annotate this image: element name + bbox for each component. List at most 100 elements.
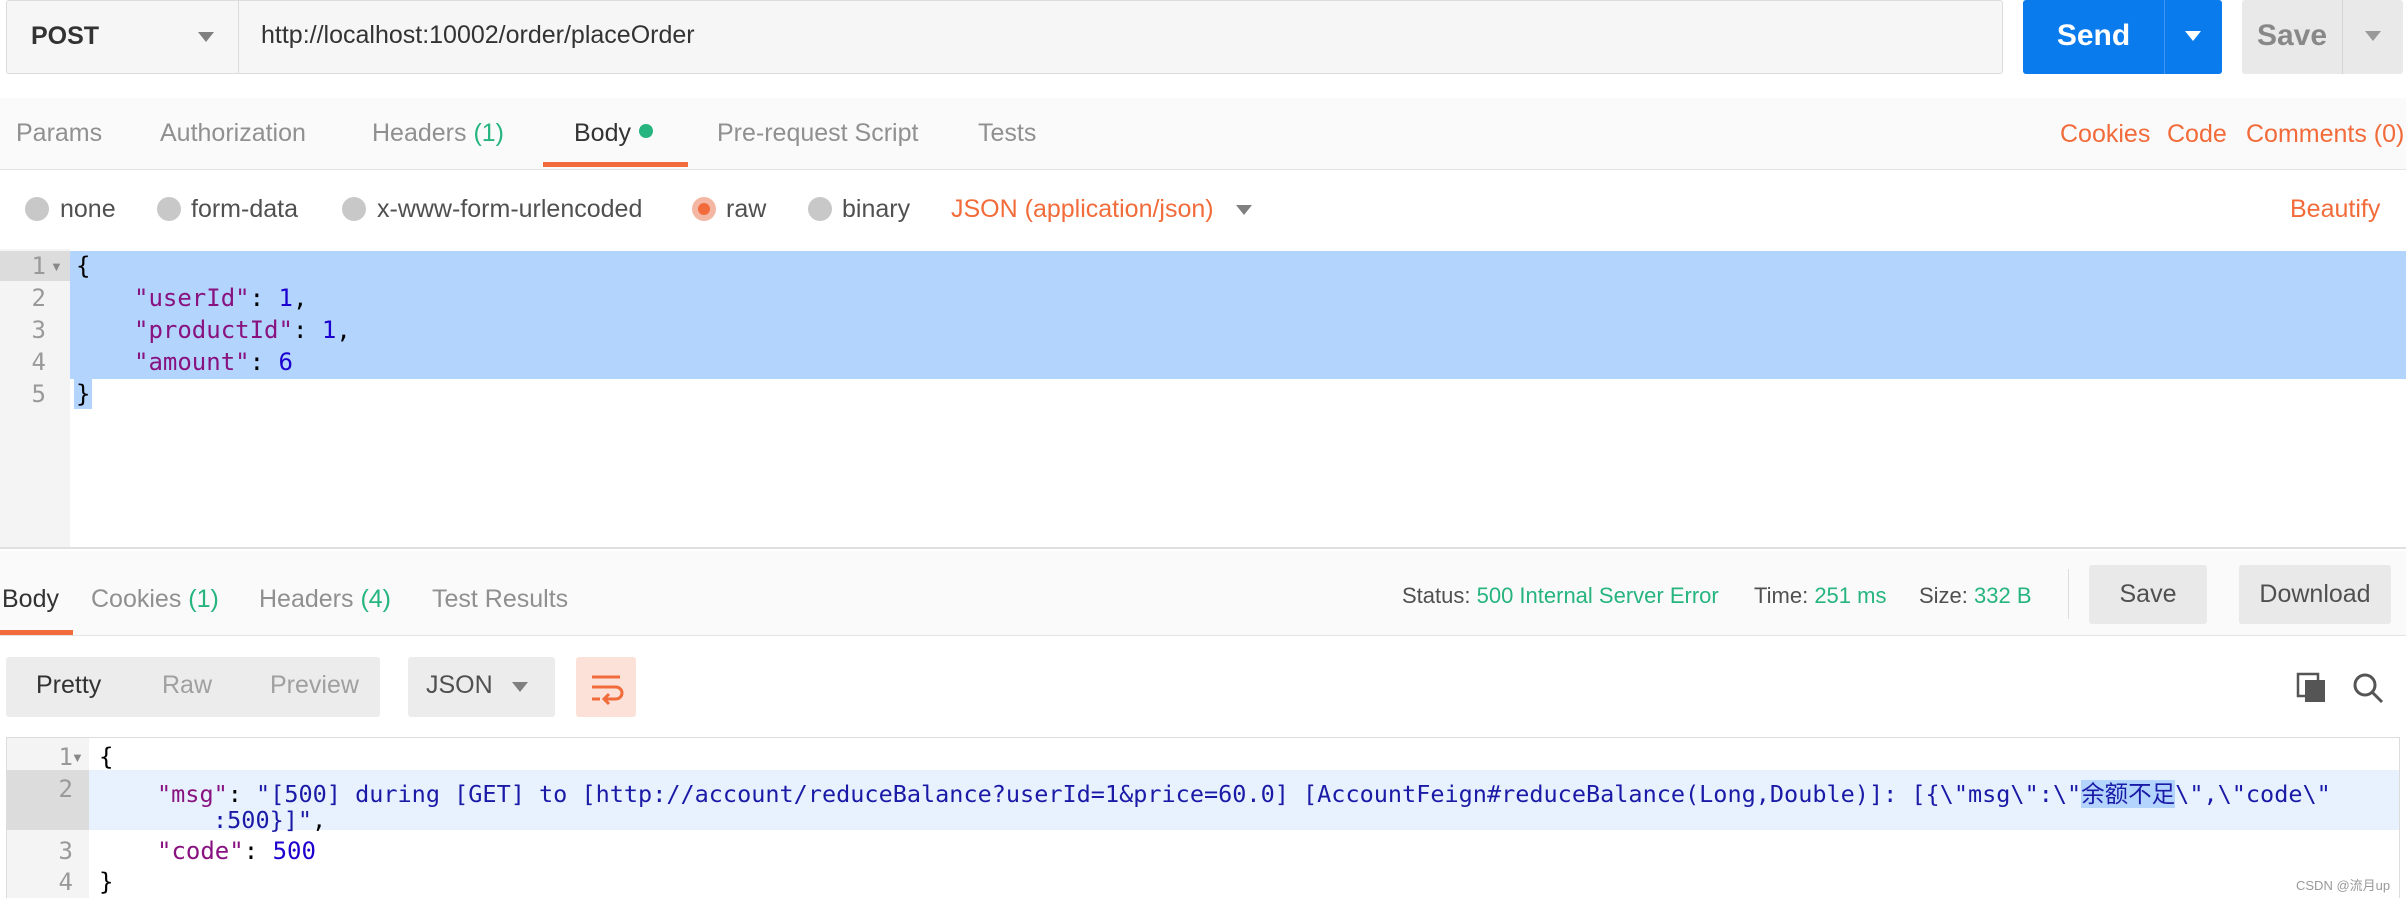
code-line-wrapped: :500}]", <box>213 806 327 834</box>
view-preview[interactable]: Preview <box>270 671 359 700</box>
body-indicator-dot <box>638 124 653 138</box>
tab-tests[interactable]: Tests <box>978 119 1036 148</box>
code-line: "userId": 1, <box>134 284 308 312</box>
format-select[interactable]: JSON <box>408 657 555 717</box>
radio-binary[interactable] <box>808 197 832 221</box>
send-options-chevron-icon[interactable] <box>2185 31 2201 41</box>
tab-prerequest-script[interactable]: Pre-request Script <box>717 119 918 148</box>
wrap-lines-button[interactable] <box>576 657 636 717</box>
json-key: "userId" <box>134 284 250 312</box>
line-number: 1 <box>58 743 73 771</box>
radio-urlencoded[interactable] <box>342 197 366 221</box>
radio-urlencoded-label[interactable]: x-www-form-urlencoded <box>377 195 642 224</box>
meta-divider <box>2068 569 2069 619</box>
cookies-link[interactable]: Cookies <box>2060 120 2150 149</box>
view-raw[interactable]: Raw <box>162 671 212 700</box>
save-response-button[interactable]: Save <box>2089 565 2207 624</box>
response-tab-headers-label: Headers <box>259 585 354 613</box>
response-body-viewer[interactable]: 1 ▼ 2 3 4 { "msg": "[500] during [GET] t… <box>6 737 2400 898</box>
size-meta: Size: 332 B <box>1919 583 2032 609</box>
response-toolbar: Pretty Raw Preview JSON <box>0 637 2406 737</box>
response-tab-headers[interactable]: Headers (4) <box>259 585 391 614</box>
radio-raw-label[interactable]: raw <box>726 195 766 224</box>
tab-params[interactable]: Params <box>16 119 102 148</box>
watermark: CSDN @流月up <box>2296 878 2391 893</box>
comments-link[interactable]: Comments (0) <box>2246 120 2404 149</box>
status-meta: Status: 500 Internal Server Error <box>1402 583 1719 609</box>
line-number: 4 <box>31 348 46 376</box>
line-number: 1 <box>31 252 46 280</box>
method-select[interactable]: POST <box>6 0 238 74</box>
line-number: 2 <box>58 775 73 803</box>
tab-headers-label: Headers <box>372 119 467 147</box>
save-options-chevron-icon[interactable] <box>2365 31 2381 41</box>
radio-form-data[interactable] <box>157 197 181 221</box>
response-tab-headers-count: (4) <box>360 585 392 613</box>
active-tab-underline <box>0 630 73 635</box>
line-number: 3 <box>31 316 46 344</box>
view-pretty[interactable]: Pretty <box>36 671 101 700</box>
status-value: 500 Internal Server Error <box>1476 583 1719 608</box>
radio-raw[interactable] <box>692 197 716 221</box>
search-icon[interactable] <box>2352 672 2384 704</box>
radio-binary-label[interactable]: binary <box>842 195 910 224</box>
request-url-bar: POST http://localhost:10002/order/placeO… <box>0 0 2406 97</box>
tab-headers-count: (1) <box>473 119 505 147</box>
size-value: 332 B <box>1974 583 2032 608</box>
content-type-select[interactable]: JSON (application/json) <box>951 195 1214 224</box>
time-meta: Time: 251 ms <box>1754 583 1886 609</box>
active-tab-underline <box>543 162 688 167</box>
response-tabs: Body Cookies (1) Headers (4) Test Result… <box>0 551 2406 636</box>
line-number: 4 <box>58 868 73 896</box>
code-close-brace: } <box>99 868 114 896</box>
size-label: Size: <box>1919 583 1968 608</box>
json-string: "[500] during [GET] to [http://account/r… <box>256 780 2082 808</box>
content-type-chevron-icon[interactable] <box>1236 205 1252 215</box>
radio-none[interactable] <box>25 197 49 221</box>
radio-none-label[interactable]: none <box>60 195 116 224</box>
save-request-button[interactable]: Save <box>2242 0 2403 74</box>
time-label: Time: <box>1754 583 1809 608</box>
json-key: "msg" <box>157 780 228 808</box>
code-line: "code": 500 <box>157 837 316 865</box>
time-value: 251 ms <box>1814 583 1887 608</box>
save-label: Save <box>2256 19 2328 52</box>
json-number: 6 <box>278 348 293 376</box>
chevron-down-icon <box>198 32 214 42</box>
send-label: Send <box>2056 19 2131 52</box>
code-link[interactable]: Code <box>2167 120 2227 149</box>
line-number: 3 <box>58 837 73 865</box>
json-number: 500 <box>272 837 316 865</box>
response-tab-cookies-label: Cookies <box>91 585 182 613</box>
url-input[interactable]: http://localhost:10002/order/placeOrder <box>238 0 2003 74</box>
code-open-brace: { <box>99 743 114 771</box>
view-mode-segmented-control: Pretty Raw Preview <box>6 657 380 717</box>
line-number: 5 <box>31 380 46 408</box>
code-line: "productId": 1, <box>134 316 351 344</box>
fold-arrow-icon[interactable]: ▼ <box>50 259 63 274</box>
tab-authorization[interactable]: Authorization <box>160 119 306 148</box>
text-selection <box>70 251 2406 379</box>
copy-icon[interactable] <box>2296 672 2328 704</box>
radio-form-data-label[interactable]: form-data <box>191 195 298 224</box>
tab-body[interactable]: Body <box>574 119 653 148</box>
fold-arrow-icon[interactable]: ▼ <box>71 750 84 765</box>
request-body-editor[interactable]: 1 ▼ 2 3 4 5 { "userId": 1, "productId": … <box>0 249 2406 549</box>
json-number: 1 <box>321 316 337 344</box>
beautify-link[interactable]: Beautify <box>2290 195 2380 224</box>
send-button[interactable]: Send <box>2023 0 2222 74</box>
code-open-brace: { <box>76 252 91 280</box>
send-divider <box>2164 0 2165 74</box>
format-label: JSON <box>426 671 493 699</box>
json-key: "productId" <box>134 316 293 344</box>
response-tab-test-results[interactable]: Test Results <box>432 585 568 614</box>
download-button[interactable]: Download <box>2239 565 2391 624</box>
json-key: "code" <box>157 837 244 865</box>
response-tab-cookies[interactable]: Cookies (1) <box>91 585 219 614</box>
response-tab-cookies-count: (1) <box>188 585 219 613</box>
wrap-lines-icon <box>592 675 624 706</box>
format-chevron-icon <box>512 682 528 692</box>
response-tab-body[interactable]: Body <box>2 585 59 614</box>
code-line: "msg": "[500] during [GET] to [http://ac… <box>157 780 2331 808</box>
tab-headers[interactable]: Headers (1) <box>372 119 504 148</box>
